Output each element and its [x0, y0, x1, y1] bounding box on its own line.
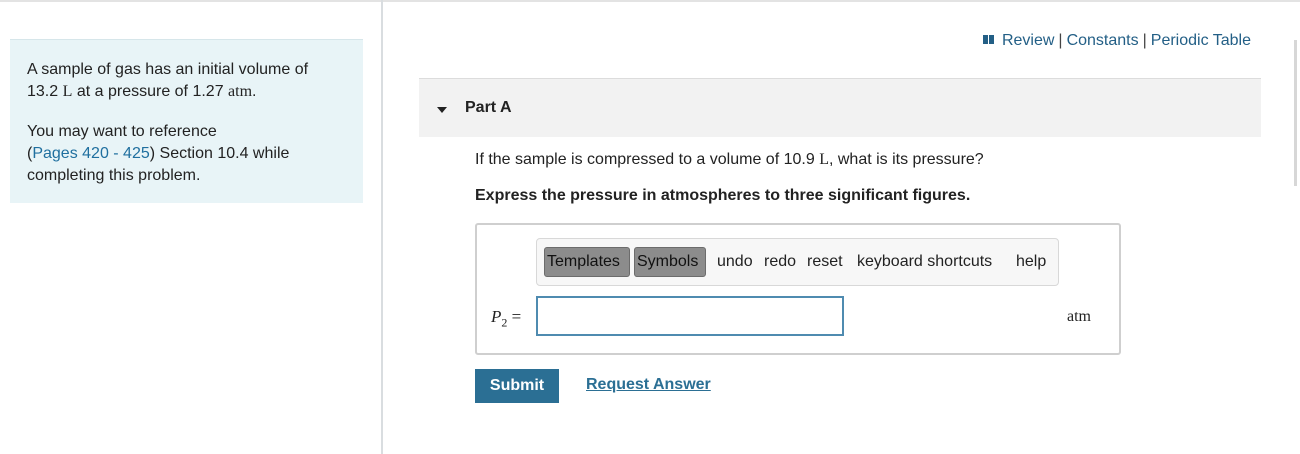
templates-button[interactable]: Templates [544, 247, 630, 277]
keyboard-shortcuts-link[interactable]: keyboard shortcuts [857, 253, 992, 271]
part-title: Part A [465, 99, 512, 116]
answer-instruction: Express the pressure in atmospheres to t… [475, 187, 971, 204]
symbols-button[interactable]: Symbols [634, 247, 706, 277]
problem-intro-panel: A sample of gas has an initial volume of… [10, 39, 363, 203]
answer-box: Templates Symbols undo redo reset keyboa… [475, 223, 1121, 355]
unit-label: atm [1067, 308, 1091, 325]
part-a-header[interactable]: Part A [419, 78, 1261, 137]
review-link[interactable]: Review [1002, 32, 1054, 49]
submit-button[interactable]: Submit [475, 369, 559, 403]
constants-link[interactable]: Constants [1067, 32, 1139, 49]
request-answer-link[interactable]: Request Answer [586, 376, 711, 394]
question-text: If the sample is compressed to a volume … [475, 151, 984, 168]
undo-button[interactable]: undo [717, 253, 753, 271]
right-scroll-edge [1294, 40, 1297, 186]
pressure-answer-input[interactable] [536, 296, 844, 336]
reset-button[interactable]: reset [807, 253, 843, 271]
periodic-table-link[interactable]: Periodic Table [1151, 32, 1251, 49]
collapse-caret-icon[interactable] [437, 107, 447, 113]
help-link[interactable]: help [1016, 253, 1046, 271]
redo-button[interactable]: redo [764, 253, 796, 271]
book-icon [982, 35, 994, 44]
resource-links: Review | Constants | Periodic Table [982, 32, 1251, 50]
reference-note: You may want to reference (Pages 420 - 42… [27, 123, 290, 184]
column-divider [381, 0, 383, 454]
top-border [0, 0, 1300, 2]
pages-reference-link[interactable]: Pages 420 - 425 [32, 145, 149, 162]
problem-statement: A sample of gas has an initial volume of… [27, 61, 309, 100]
math-toolbar: Templates Symbols undo redo reset keyboa… [536, 238, 1059, 286]
variable-label: P2 = [491, 307, 522, 330]
